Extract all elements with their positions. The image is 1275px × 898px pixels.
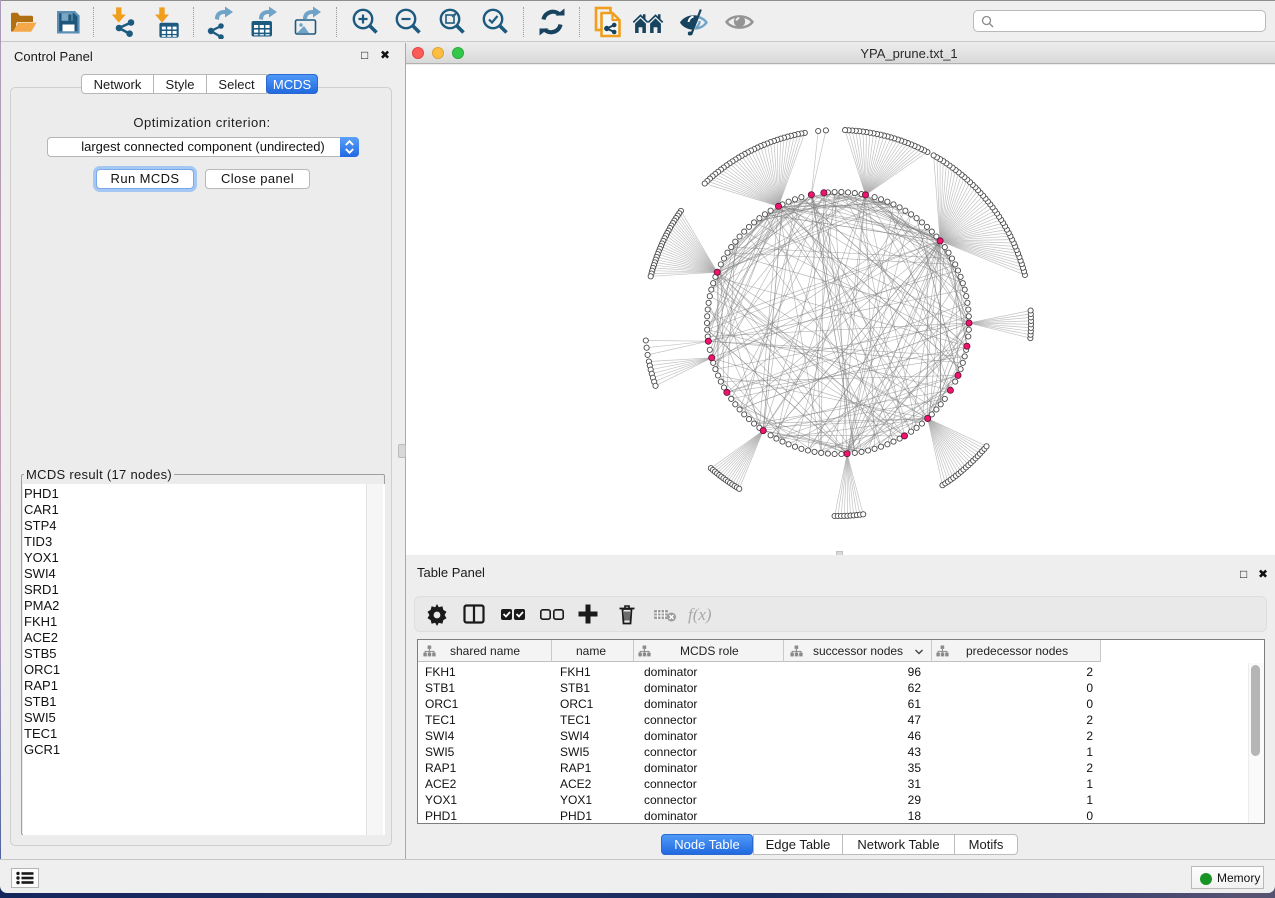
svg-text:f(x): f(x): [688, 605, 712, 624]
